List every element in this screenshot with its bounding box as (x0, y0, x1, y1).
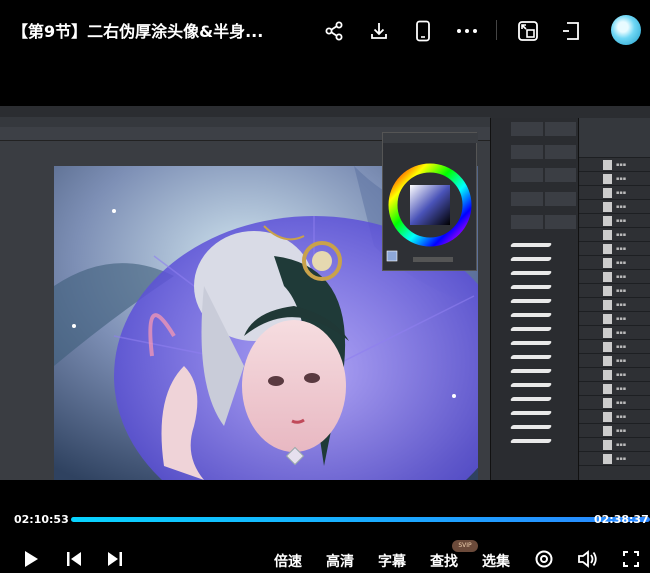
download-icon[interactable] (366, 18, 392, 44)
fullscreen-exit-icon[interactable] (559, 18, 585, 44)
top-bar: 【第9节】二右伪厚涂头像&半身... (0, 0, 650, 62)
more-icon[interactable] (454, 18, 480, 44)
color-wheel-panel[interactable] (382, 132, 478, 271)
loop-icon[interactable] (533, 548, 555, 570)
total-time: 02:38:37 (594, 513, 649, 526)
next-icon[interactable] (104, 548, 126, 570)
video-title: 【第9节】二右伪厚涂头像&半身... (12, 22, 264, 41)
search-button[interactable]: 查找 (430, 551, 458, 571)
previous-icon[interactable] (63, 548, 85, 570)
video-frame[interactable]: ▪▪▪ ▪▪▪ ▪▪▪ ▪▪▪ ▪▪▪ ▪▪▪ ▪▪▪ ▪▪▪ ▪▪▪ ▪▪▪ ▪▪▪ (0, 106, 650, 480)
subtitles-button[interactable]: 字幕 (378, 551, 406, 571)
progress-bar[interactable] (71, 517, 650, 522)
quality-button[interactable]: 高清 (326, 551, 354, 571)
layer-panel[interactable]: ▪▪▪ ▪▪▪ ▪▪▪ ▪▪▪ ▪▪▪ ▪▪▪ ▪▪▪ ▪▪▪ ▪▪▪ ▪▪▪ … (578, 118, 650, 480)
play-icon[interactable] (20, 548, 42, 570)
speed-button[interactable]: 倍速 (274, 551, 302, 571)
brush-panel[interactable] (490, 118, 578, 480)
current-time: 02:10:53 (14, 513, 69, 526)
avatar[interactable] (611, 15, 641, 45)
episodes-button[interactable]: 选集 (482, 551, 510, 571)
share-icon[interactable] (321, 18, 347, 44)
svip-badge: SVIP (452, 540, 478, 552)
volume-icon[interactable] (577, 548, 599, 570)
picture-in-picture-icon[interactable] (515, 18, 541, 44)
fullscreen-icon[interactable] (620, 548, 642, 570)
app-menu-bar: ▪▪▪▪▪▪▪▪▪▪▪▪▪▪▪▪▪▪▪▪▪▪▪▪▪▪▪▪▪▪▪▪▪ (0, 117, 490, 134)
divider (496, 20, 497, 40)
phone-icon[interactable] (410, 18, 436, 44)
